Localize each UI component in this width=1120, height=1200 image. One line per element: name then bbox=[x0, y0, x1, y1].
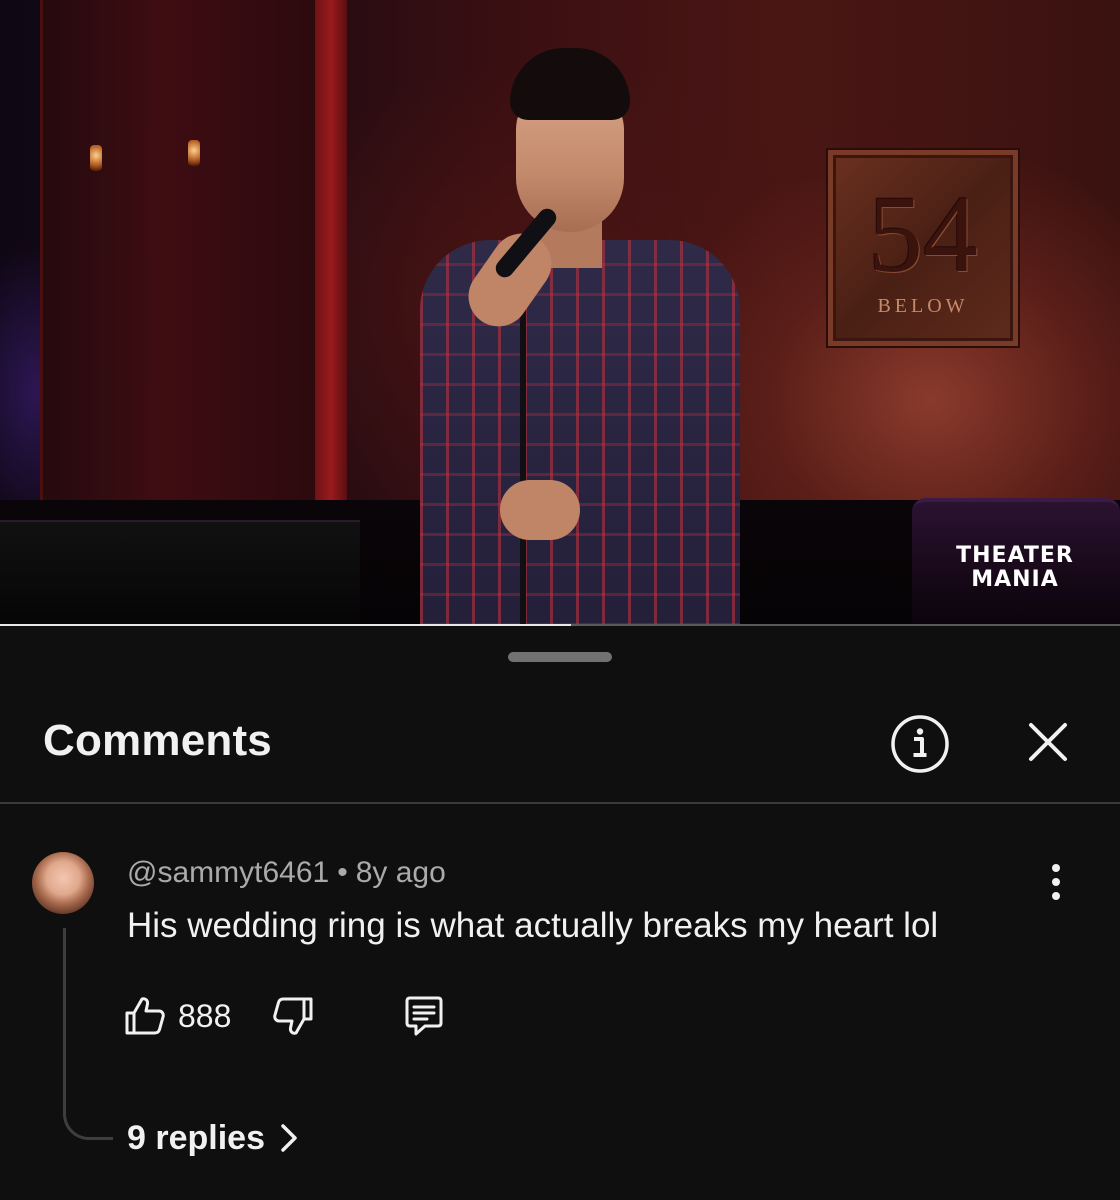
plaque-text: BELOW bbox=[877, 295, 969, 317]
like-button[interactable] bbox=[120, 990, 170, 1042]
thread-line bbox=[63, 928, 113, 1140]
performer bbox=[380, 40, 760, 626]
info-icon bbox=[891, 715, 949, 773]
comment-time: 8y ago bbox=[355, 856, 446, 889]
comments-sheet: Comments @sammyt6461 • 8y ago His wedding … bbox=[0, 632, 1120, 1200]
close-icon bbox=[1029, 723, 1067, 761]
thumbs-up-icon bbox=[125, 997, 165, 1035]
reply-icon bbox=[405, 996, 443, 1036]
replies-label: 9 replies bbox=[127, 1118, 265, 1157]
avatar[interactable] bbox=[32, 852, 94, 914]
like-count: 888 bbox=[178, 998, 232, 1034]
comment-author[interactable]: @sammyt6461 bbox=[127, 856, 329, 889]
dislike-button[interactable] bbox=[268, 990, 318, 1042]
video-progress-fill bbox=[0, 624, 572, 626]
video-player[interactable]: 54 BELOW THEATER MANIA bbox=[0, 0, 1120, 626]
comment-actions: 888 bbox=[120, 990, 460, 1042]
comments-title: Comments bbox=[43, 716, 272, 765]
performer-hair bbox=[510, 48, 630, 120]
performer-hand bbox=[500, 480, 580, 540]
drag-handle[interactable] bbox=[508, 652, 612, 662]
plaque-number: 54 bbox=[868, 173, 978, 295]
venue-plaque: 54 BELOW bbox=[828, 150, 1018, 346]
theatermania-watermark: THEATER MANIA bbox=[956, 543, 1074, 592]
close-button[interactable] bbox=[1018, 712, 1078, 772]
comment-item: @sammyt6461 • 8y ago His wedding ring is w… bbox=[0, 832, 1120, 1200]
stage-pillar bbox=[315, 0, 347, 500]
thumbs-down-icon bbox=[273, 997, 313, 1035]
info-button[interactable] bbox=[888, 712, 952, 776]
comment-meta: @sammyt6461 • 8y ago bbox=[127, 856, 446, 890]
wall-sconce bbox=[188, 140, 200, 166]
header-divider bbox=[0, 802, 1120, 804]
more-vert-icon bbox=[1052, 864, 1060, 900]
chevron-right-icon bbox=[281, 1124, 297, 1152]
view-replies-link[interactable]: 9 replies bbox=[127, 1116, 299, 1160]
wall-sconce bbox=[90, 145, 102, 171]
piano bbox=[0, 520, 360, 626]
meta-separator: • bbox=[337, 856, 348, 889]
video-progress-bar[interactable] bbox=[0, 624, 1120, 626]
stage-curtain bbox=[40, 0, 340, 520]
more-options-button[interactable] bbox=[1036, 860, 1076, 904]
comment-text: His wedding ring is what actually breaks… bbox=[127, 906, 939, 945]
reply-button[interactable] bbox=[398, 990, 450, 1042]
